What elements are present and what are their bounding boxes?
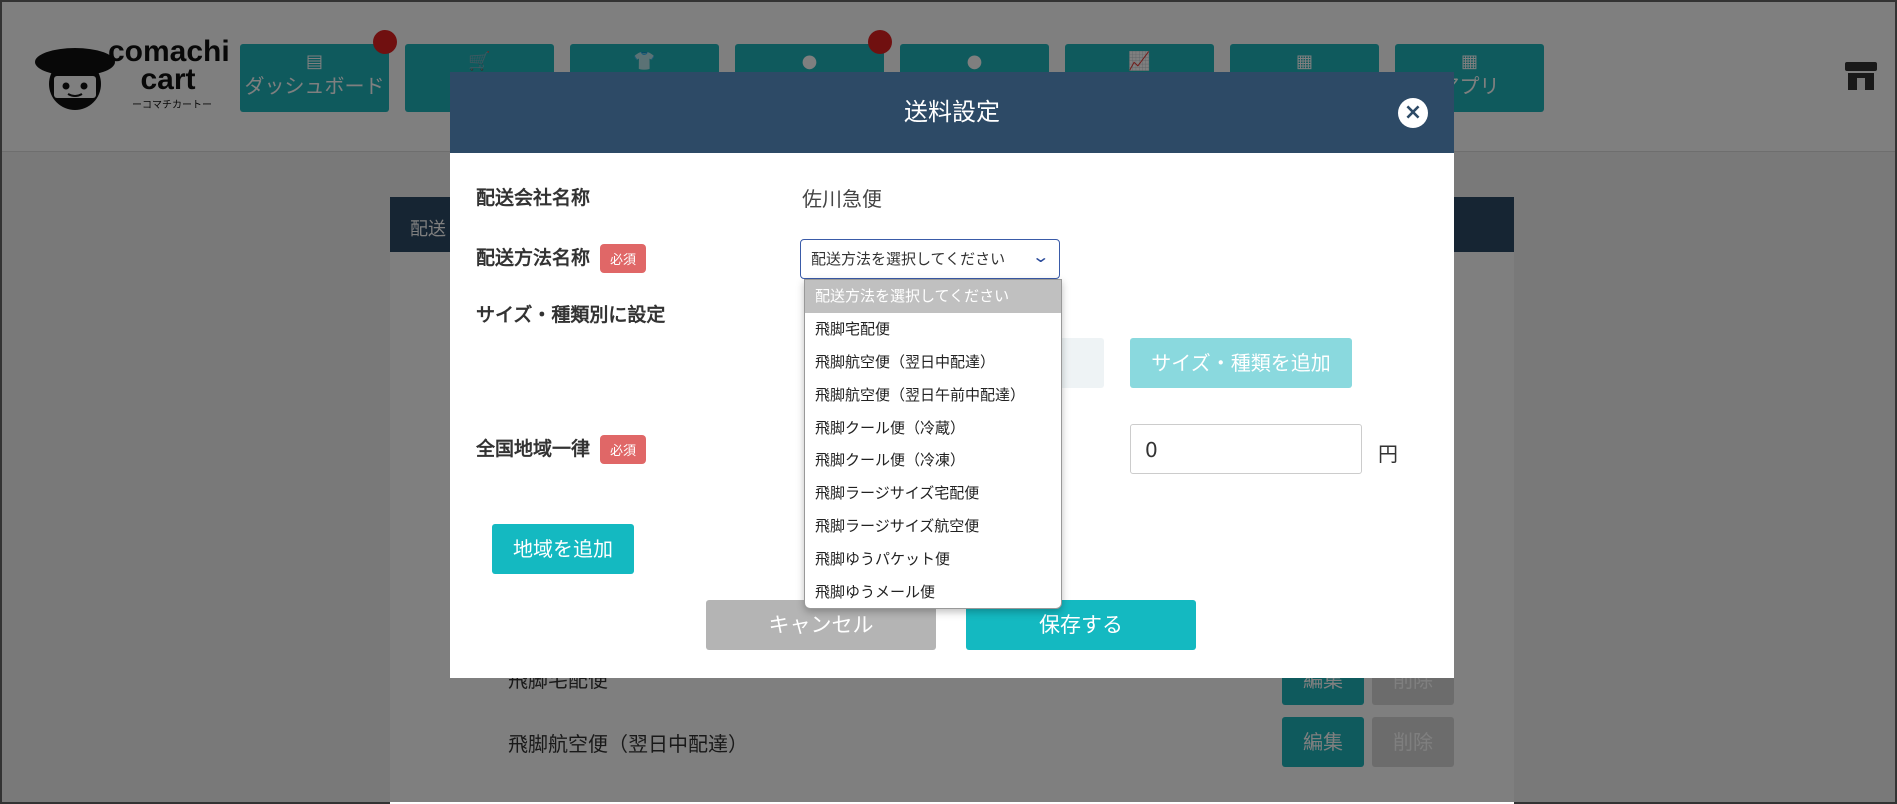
- method-label: 配送方法名称: [476, 247, 591, 269]
- nationwide-price-input[interactable]: 0: [1130, 424, 1362, 474]
- company-value: 佐川急便: [802, 187, 882, 211]
- company-label: 配送会社名称: [476, 187, 591, 209]
- method-label-row: 配送方法名称 必須: [476, 243, 647, 273]
- size-label: サイズ・種類別に設定: [476, 304, 666, 326]
- required-badge: 必須: [600, 244, 647, 273]
- size-field: [1060, 338, 1104, 388]
- nationwide-label-row: 全国地域一律 必須: [476, 434, 647, 464]
- required-badge: 必須: [600, 435, 647, 464]
- dropdown-option[interactable]: 飛脚クール便（冷蔵）: [805, 412, 1061, 445]
- dropdown-option[interactable]: 飛脚ゆうメール便: [805, 576, 1061, 609]
- modal-title: 送料設定: [904, 98, 1000, 126]
- modal-header: 送料設定 ×: [450, 72, 1454, 153]
- dropdown-option[interactable]: 飛脚航空便（翌日中配達）: [805, 346, 1061, 379]
- method-select-value: 配送方法を選択してください: [811, 250, 1006, 268]
- nationwide-label: 全国地域一律: [476, 438, 591, 460]
- dropdown-option[interactable]: 飛脚ラージサイズ宅配便: [805, 477, 1061, 510]
- dropdown-option[interactable]: 飛脚ゆうパケット便: [805, 543, 1061, 576]
- dropdown-option[interactable]: 配送方法を選択してください: [805, 280, 1061, 313]
- add-region-button[interactable]: 地域を追加: [492, 524, 634, 574]
- dropdown-option[interactable]: 飛脚クール便（冷凍）: [805, 444, 1061, 477]
- method-dropdown-list: 配送方法を選択してください 飛脚宅配便 飛脚航空便（翌日中配達） 飛脚航空便（翌日午前…: [804, 279, 1062, 609]
- dropdown-option[interactable]: 飛脚航空便（翌日午前中配達）: [805, 379, 1061, 412]
- dropdown-option[interactable]: 飛脚宅配便: [805, 313, 1061, 346]
- chevron-down-icon: ⌄: [1030, 247, 1050, 266]
- price-unit: 円: [1378, 442, 1398, 466]
- add-size-button[interactable]: サイズ・種類を追加: [1130, 338, 1352, 388]
- close-icon[interactable]: ×: [1398, 98, 1428, 128]
- method-select[interactable]: 配送方法を選択してください ⌄: [800, 239, 1060, 279]
- dropdown-option[interactable]: 飛脚ラージサイズ航空便: [805, 510, 1061, 543]
